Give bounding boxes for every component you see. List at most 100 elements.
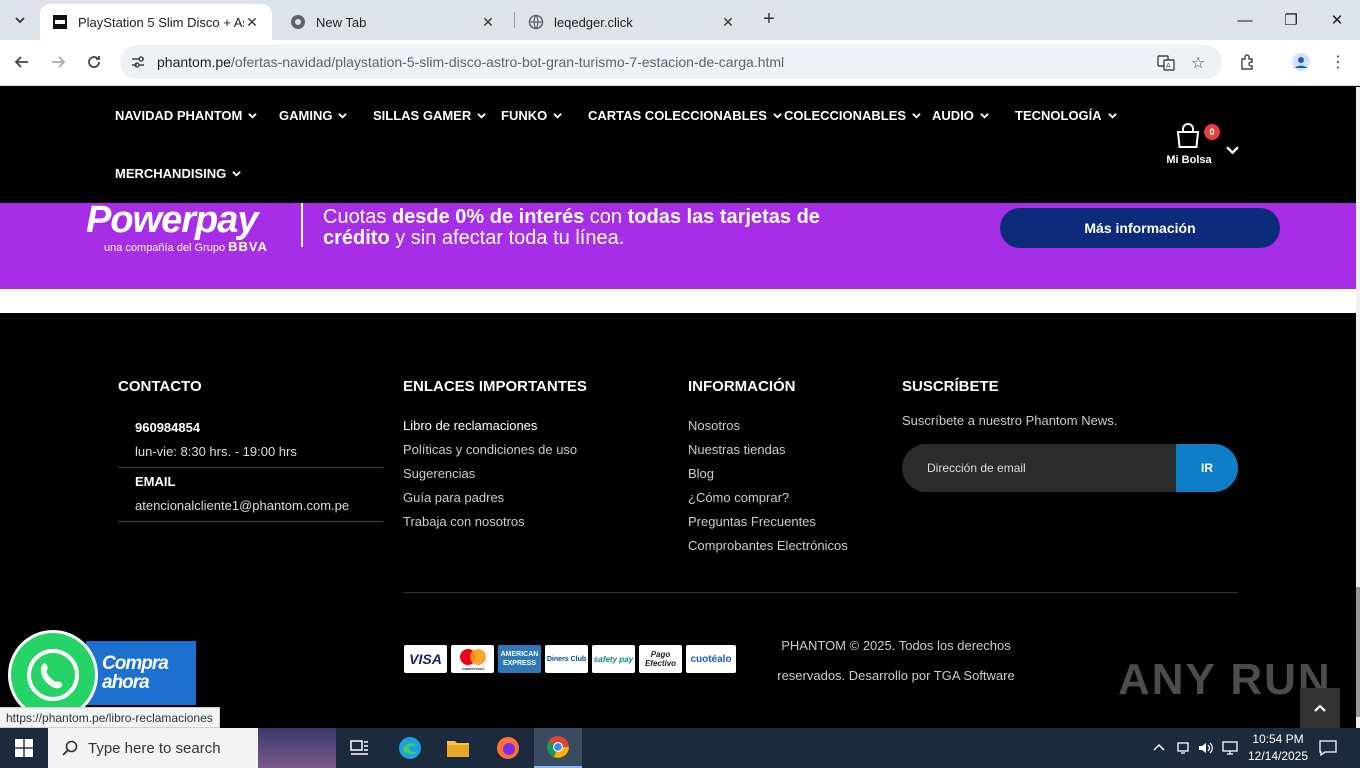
nav-navidad-phantom[interactable]: NAVIDAD PHANTOM (115, 108, 258, 123)
whatsapp-compra-widget[interactable]: Compra ahora (8, 630, 196, 720)
subscribe-button[interactable]: IR (1176, 444, 1238, 492)
link-politicas[interactable]: Políticas y condiciones de uso (403, 442, 577, 457)
windows-taskbar: Type here to search 10:54 PM 12/14/2025 (0, 728, 1360, 768)
link-guia-padres[interactable]: Guía para padres (403, 490, 504, 505)
site-settings-icon[interactable] (130, 54, 146, 70)
new-tab-button[interactable]: + (758, 8, 780, 30)
link-comprobantes[interactable]: Comprobantes Electrónicos (688, 538, 848, 553)
nav-label: COLECCIONABLES (784, 108, 907, 123)
maximize-button[interactable]: ❐ (1271, 6, 1311, 34)
contact-hours: lun-vie: 8:30 hrs. - 19:00 hrs (135, 444, 297, 459)
back-button[interactable] (8, 48, 36, 76)
tab-title: New Tab (316, 14, 367, 30)
contact-title: CONTACTO (118, 378, 202, 395)
shopping-bag-icon[interactable] (1174, 122, 1202, 150)
page-scrollbar[interactable] (1356, 87, 1360, 728)
mas-informacion-button[interactable]: Más información (1000, 208, 1280, 248)
chevron-down-icon[interactable] (1226, 144, 1239, 157)
bookmark-star-icon[interactable]: ☆ (1188, 53, 1208, 73)
start-button[interactable] (0, 728, 48, 768)
nav-coleccionables[interactable]: COLECCIONABLES (784, 108, 921, 123)
nav-tecnologia[interactable]: TECNOLOGÍA (1015, 108, 1117, 123)
forward-button[interactable] (44, 48, 72, 76)
tab-playstation[interactable]: PlayStation 5 Slim Disco + Astro ✕ (40, 4, 272, 40)
file-explorer-taskbar-app[interactable] (434, 728, 482, 768)
cart-label[interactable]: Mi Bolsa (1160, 154, 1218, 166)
speaker-icon (1199, 742, 1213, 754)
nav-merchandising[interactable]: MERCHANDISING (115, 166, 241, 181)
chevron-down-icon (477, 113, 486, 119)
powerpay-logo: Powerpay (86, 199, 259, 241)
email-input[interactable] (902, 444, 1176, 492)
chevron-down-icon (15, 17, 25, 24)
folder-icon (447, 741, 469, 757)
nav-funko[interactable]: FUNKO (501, 108, 562, 123)
notification-icon (1319, 740, 1337, 756)
taskbar-search[interactable]: Type here to search (48, 728, 336, 768)
show-hidden-icons[interactable] (1150, 728, 1168, 768)
tab-leqedger[interactable]: leqedger.click ✕ (516, 4, 748, 40)
nav-audio[interactable]: AUDIO (932, 108, 989, 123)
tab-search-button[interactable] (8, 8, 32, 32)
notifications-button[interactable] (1316, 728, 1340, 768)
nav-label: SILLAS GAMER (373, 108, 472, 123)
close-window-button[interactable]: ✕ (1317, 6, 1357, 34)
tab-new-tab[interactable]: New Tab ✕ (278, 4, 508, 40)
display-tray-icon[interactable] (1220, 728, 1240, 768)
link-blog[interactable]: Blog (688, 466, 714, 481)
link-sugerencias[interactable]: Sugerencias (403, 466, 475, 481)
chevron-up-icon (1153, 743, 1165, 751)
chevron-down-icon (232, 171, 241, 177)
reload-button[interactable] (80, 48, 108, 76)
link-libro-reclamaciones[interactable]: Libro de reclamaciones (403, 418, 537, 433)
contact-email-label: EMAIL (135, 474, 176, 489)
info-title: INFORMACIÓN (688, 378, 796, 395)
close-icon[interactable]: ✕ (480, 14, 496, 31)
close-icon[interactable]: ✕ (720, 14, 736, 31)
close-icon[interactable]: ✕ (244, 14, 260, 31)
footer-divider (403, 592, 1238, 593)
tab-separator (514, 12, 515, 28)
contact-email[interactable]: atencionalcliente1@phantom.com.pe (135, 498, 349, 513)
translate-icon[interactable]: A (1156, 53, 1176, 73)
diners-logo: Diners Club (545, 645, 588, 673)
link-preguntas[interactable]: Preguntas Frecuentes (688, 514, 816, 529)
address-bar[interactable]: phantom.pe/ofertas-navidad/playstation-5… (120, 45, 1222, 79)
firefox-taskbar-app[interactable] (484, 728, 532, 768)
divider (118, 467, 383, 468)
nav-label: AUDIO (932, 108, 974, 123)
chrome-taskbar-app[interactable] (534, 728, 582, 768)
chevron-down-icon (248, 113, 258, 119)
contact-phone[interactable]: 960984854 (135, 420, 200, 435)
minimize-button[interactable]: — (1225, 6, 1265, 34)
subscribe-title: SUSCRÍBETE (902, 378, 999, 395)
nav-label: TECNOLOGÍA (1015, 108, 1102, 123)
pagoefectivo-logo: Pago Efectivo (639, 645, 682, 673)
visa-logo: VISA (404, 645, 447, 673)
task-view-button[interactable] (336, 728, 384, 768)
scrollbar-thumb[interactable] (1356, 587, 1360, 717)
extensions-icon[interactable] (1237, 51, 1259, 73)
powerpay-banner: Powerpay una compañía del Grupo BBVA Cuo… (0, 199, 1356, 289)
arrow-left-icon (14, 56, 28, 68)
link-como-comprar[interactable]: ¿Cómo comprar? (688, 490, 789, 505)
link-trabaja[interactable]: Trabaja con nosotros (403, 514, 525, 529)
copyright-line: PHANTOM © 2025. Todos los derechos (781, 638, 1011, 653)
link-nosotros[interactable]: Nosotros (688, 418, 740, 433)
link-tiendas[interactable]: Nuestras tiendas (688, 442, 786, 457)
scroll-to-top-button[interactable] (1300, 688, 1340, 728)
compra-ahora-label: Compra ahora (86, 641, 196, 705)
windows-icon (15, 739, 33, 757)
nav-cartas-coleccionables[interactable]: CARTAS COLECCIONABLES (588, 108, 782, 123)
taskbar-clock[interactable]: 10:54 PM 12/14/2025 (1246, 731, 1310, 765)
nav-sillas-gamer[interactable]: SILLAS GAMER (373, 108, 486, 123)
nav-label: NAVIDAD PHANTOM (115, 108, 243, 123)
monitor-icon (1222, 741, 1238, 755)
network-tray-icon[interactable] (1174, 728, 1192, 768)
more-menu-icon[interactable]: ⋮ (1327, 51, 1349, 73)
reload-icon (88, 56, 100, 68)
nav-gaming[interactable]: GAMING (279, 108, 348, 123)
profile-icon[interactable] (1290, 51, 1312, 73)
edge-taskbar-app[interactable] (386, 728, 434, 768)
volume-tray-icon[interactable] (1196, 728, 1216, 768)
